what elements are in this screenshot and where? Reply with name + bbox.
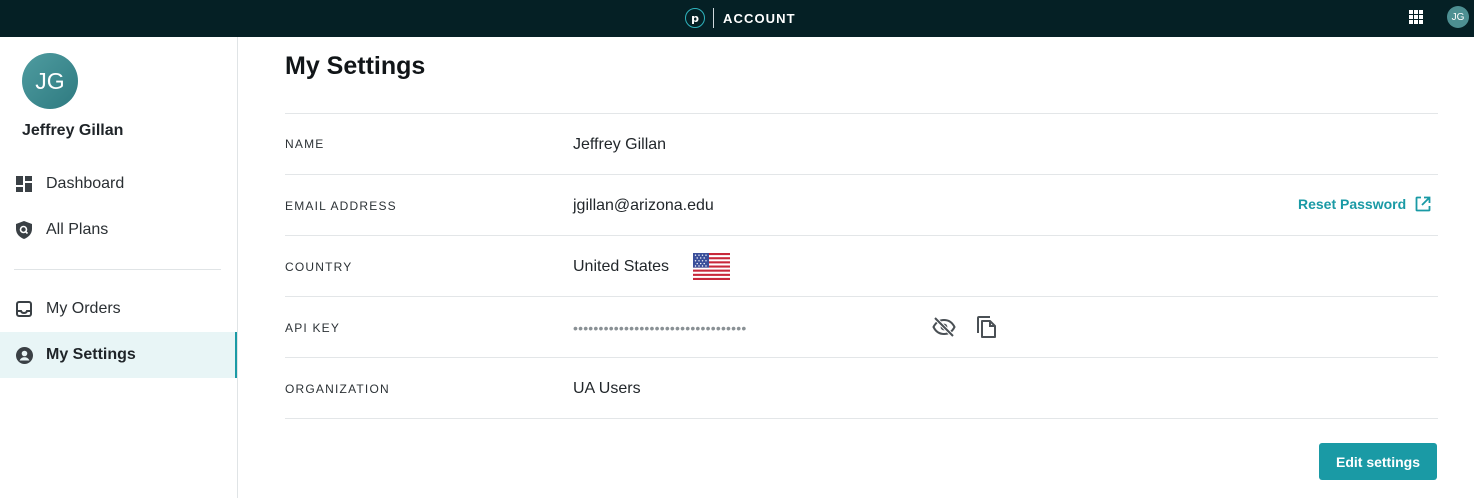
sidebar-item-all-plans[interactable]: All Plans (0, 207, 237, 253)
reset-password-link[interactable]: Reset Password (1298, 196, 1431, 212)
name-label: NAME (285, 137, 325, 151)
sidebar-item-my-settings[interactable]: My Settings (0, 332, 237, 378)
planet-logo-icon: p (685, 8, 705, 28)
user-avatar-button[interactable]: JG (1447, 6, 1469, 28)
us-flag-icon (693, 253, 730, 280)
sidebar: JG Jeffrey Gillan Dashboard All Plans My… (0, 37, 238, 498)
row-divider (285, 357, 1438, 358)
organization-label: ORGANIZATION (285, 382, 390, 396)
edit-settings-button[interactable]: Edit settings (1319, 443, 1437, 480)
api-key-label: API KEY (285, 321, 341, 335)
row-divider (285, 296, 1438, 297)
shield-icon (15, 221, 33, 239)
reset-password-label: Reset Password (1298, 196, 1407, 212)
sidebar-item-dashboard[interactable]: Dashboard (0, 161, 237, 207)
country-label: COUNTRY (285, 260, 353, 274)
external-link-icon (1415, 196, 1431, 212)
row-divider (285, 235, 1438, 236)
brand[interactable]: p ACCOUNT (685, 8, 796, 28)
name-value: Jeffrey Gillan (573, 136, 667, 153)
sidebar-item-label: My Settings (46, 346, 136, 363)
row-divider (285, 113, 1438, 114)
apps-grid-icon[interactable] (1409, 10, 1423, 24)
sidebar-divider (14, 269, 221, 270)
user-name: Jeffrey Gillan (22, 122, 124, 139)
dashboard-icon (15, 175, 33, 193)
copy-icon[interactable] (975, 315, 997, 339)
sidebar-item-my-orders[interactable]: My Orders (0, 286, 237, 332)
page-title: My Settings (285, 52, 426, 80)
email-value: jgillan@arizona.edu (573, 197, 714, 214)
sidebar-item-label: All Plans (46, 221, 109, 238)
app-title: ACCOUNT (723, 10, 796, 26)
sidebar-item-label: Dashboard (46, 175, 125, 192)
api-key-value: •••••••••••••••••••••••••••••••••• (573, 320, 747, 336)
inbox-icon (15, 300, 33, 318)
avatar: JG (22, 53, 78, 109)
brand-divider (713, 8, 714, 28)
account-circle-icon (15, 346, 33, 364)
top-bar: p ACCOUNT JG (0, 0, 1474, 37)
country-value: United States (573, 258, 670, 275)
row-divider (285, 174, 1438, 175)
organization-value: UA Users (573, 380, 641, 397)
email-label: EMAIL ADDRESS (285, 199, 397, 213)
row-divider (285, 418, 1438, 419)
sidebar-item-label: My Orders (46, 300, 121, 317)
eye-off-icon[interactable] (932, 316, 956, 338)
